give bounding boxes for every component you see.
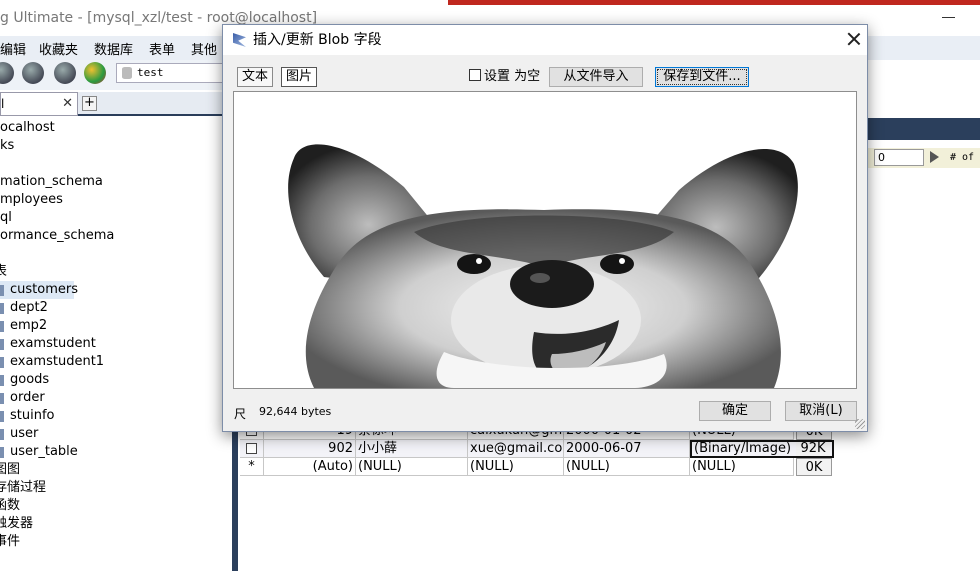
execute-all-icon[interactable] xyxy=(22,62,44,84)
cell-blob-size[interactable]: 92K xyxy=(796,442,830,456)
menu-table[interactable]: 表单 xyxy=(149,39,175,58)
menu-edit[interactable]: 编辑 xyxy=(0,39,26,58)
table-name: stuinfo xyxy=(10,408,55,423)
tree-item-table[interactable]: user_table xyxy=(0,443,78,461)
tree-item-table[interactable]: emp2 xyxy=(0,317,47,335)
tree-item-table[interactable]: order xyxy=(0,389,45,407)
tree-item-table[interactable]: customers xyxy=(0,281,78,299)
cell-blob[interactable]: (Binary/Image) xyxy=(694,442,791,456)
menu-database[interactable]: 数据库 xyxy=(94,39,133,58)
sqlyog-window: g Ultimate - [mysql_xzl/test - root@loca… xyxy=(0,0,980,571)
page-number-input[interactable]: 0 xyxy=(874,149,924,166)
tree-item-table[interactable]: dept2 xyxy=(0,299,48,317)
table-icon xyxy=(0,285,4,296)
schema-designer-icon[interactable] xyxy=(84,62,106,84)
app-logo-icon xyxy=(233,33,246,47)
resize-grip-icon[interactable] xyxy=(855,419,865,429)
dialog-title-bar[interactable]: 插入/更新 Blob 字段 xyxy=(223,25,867,55)
tree-item-functions-folder[interactable]: 函数 xyxy=(0,497,20,515)
menu-other[interactable]: 其他 xyxy=(191,39,217,58)
size-ruler-icon: 尺 xyxy=(234,407,247,421)
database-icon xyxy=(122,67,132,79)
table-icon xyxy=(0,339,4,350)
close-tab-icon[interactable]: ✕ xyxy=(62,93,73,115)
connection-tab-strip: l ✕ + xyxy=(0,92,232,116)
tree-item-mysql[interactable]: ql xyxy=(0,209,12,227)
blob-editor-dialog: 插入/更新 Blob 字段 文本 图片 设置 为空 从文件导入 保存到文件... xyxy=(222,24,868,432)
tree-item-table[interactable]: stuinfo xyxy=(0,407,55,425)
stop-icon[interactable] xyxy=(54,62,76,84)
cell-email[interactable]: xue@gmail.com xyxy=(468,440,564,458)
save-to-file-button[interactable]: 保存到文件... xyxy=(655,67,749,87)
tree-item-links[interactable]: ks xyxy=(0,137,14,155)
tree-item-information-schema[interactable]: mation_schema xyxy=(0,173,103,191)
cell-email[interactable]: (NULL) xyxy=(468,458,564,476)
table-name: examstudent1 xyxy=(10,354,105,369)
tree-item-events-folder[interactable]: 事件 xyxy=(0,533,20,551)
connection-tab[interactable]: l ✕ xyxy=(0,92,78,116)
page-of-label: # of xyxy=(950,152,975,163)
cancel-button[interactable]: 取消(L) xyxy=(785,401,857,421)
database-select-value: test xyxy=(137,66,164,79)
cell-id[interactable]: (Auto) xyxy=(264,458,356,476)
cell-date[interactable]: (NULL) xyxy=(564,458,690,476)
object-browser: ocalhost ks mation_schema mployees ql or… xyxy=(0,118,232,571)
tree-item-views-folder[interactable]: 图图 xyxy=(0,461,20,479)
new-row-marker: * xyxy=(240,458,264,476)
tab-image[interactable]: 图片 xyxy=(281,67,318,87)
checkbox-box[interactable] xyxy=(469,69,481,81)
table-icon xyxy=(0,411,4,422)
tree-item-triggers-folder[interactable]: 触发器 xyxy=(0,515,33,533)
cell-name[interactable]: 小小薛 xyxy=(356,440,468,458)
connection-tab-label: l xyxy=(1,97,5,111)
table-name: dept2 xyxy=(10,300,48,315)
table-name: order xyxy=(10,390,45,405)
image-preview xyxy=(233,91,857,389)
set-null-label: 设置 为空 xyxy=(484,69,541,84)
ok-button[interactable]: 确定 xyxy=(699,401,771,421)
tree-item-table[interactable]: user xyxy=(0,425,38,443)
blob-size-label: 92,644 bytes xyxy=(259,405,332,418)
tree-item-tables-folder[interactable]: 表 xyxy=(0,263,7,281)
next-page-icon[interactable] xyxy=(930,151,939,163)
set-null-checkbox[interactable]: 设置 为空 xyxy=(469,69,540,85)
database-select[interactable]: test xyxy=(116,63,224,83)
tree-item-procedures-folder[interactable]: 存储过程 xyxy=(0,479,46,497)
tree-item-performance-schema[interactable]: ormance_schema xyxy=(0,227,114,245)
cell-blob-size[interactable]: 0K xyxy=(796,458,832,476)
corgi-image xyxy=(234,92,856,388)
table-name: emp2 xyxy=(10,318,48,333)
table-icon xyxy=(0,447,4,458)
cell-date[interactable]: 2000-06-07 xyxy=(564,440,690,458)
row-checkbox[interactable] xyxy=(246,443,257,454)
table-name: customers xyxy=(10,282,78,297)
table-icon xyxy=(0,321,4,332)
cell-blob[interactable]: (NULL) xyxy=(690,458,794,476)
table-icon xyxy=(0,357,4,368)
import-from-file-button[interactable]: 从文件导入 xyxy=(549,67,643,87)
tree-item-table[interactable]: examstudent1 xyxy=(0,353,104,371)
tree-item-table[interactable]: examstudent xyxy=(0,335,96,353)
cell-id[interactable]: 902 xyxy=(264,440,356,458)
tree-item-table[interactable]: goods xyxy=(0,371,49,389)
table-name: examstudent xyxy=(10,336,96,351)
new-tab-button[interactable]: + xyxy=(82,96,97,111)
table-name: user xyxy=(10,426,39,441)
table-icon xyxy=(0,429,4,440)
tree-item-employees[interactable]: mployees xyxy=(0,191,63,209)
menu-favorites[interactable]: 收藏夹 xyxy=(39,39,78,58)
dialog-title: 插入/更新 Blob 字段 xyxy=(253,32,382,48)
tree-item-localhost[interactable]: ocalhost xyxy=(0,119,55,137)
table-name: goods xyxy=(10,372,50,387)
minimize-icon[interactable] xyxy=(942,10,956,24)
cell-name[interactable]: (NULL) xyxy=(356,458,468,476)
tab-text[interactable]: 文本 xyxy=(237,67,274,87)
table-icon xyxy=(0,303,4,314)
table-icon xyxy=(0,393,4,404)
table-name: user_table xyxy=(10,444,78,459)
close-icon[interactable] xyxy=(847,32,861,46)
table-icon xyxy=(0,375,4,386)
background-window-strip xyxy=(448,0,980,5)
